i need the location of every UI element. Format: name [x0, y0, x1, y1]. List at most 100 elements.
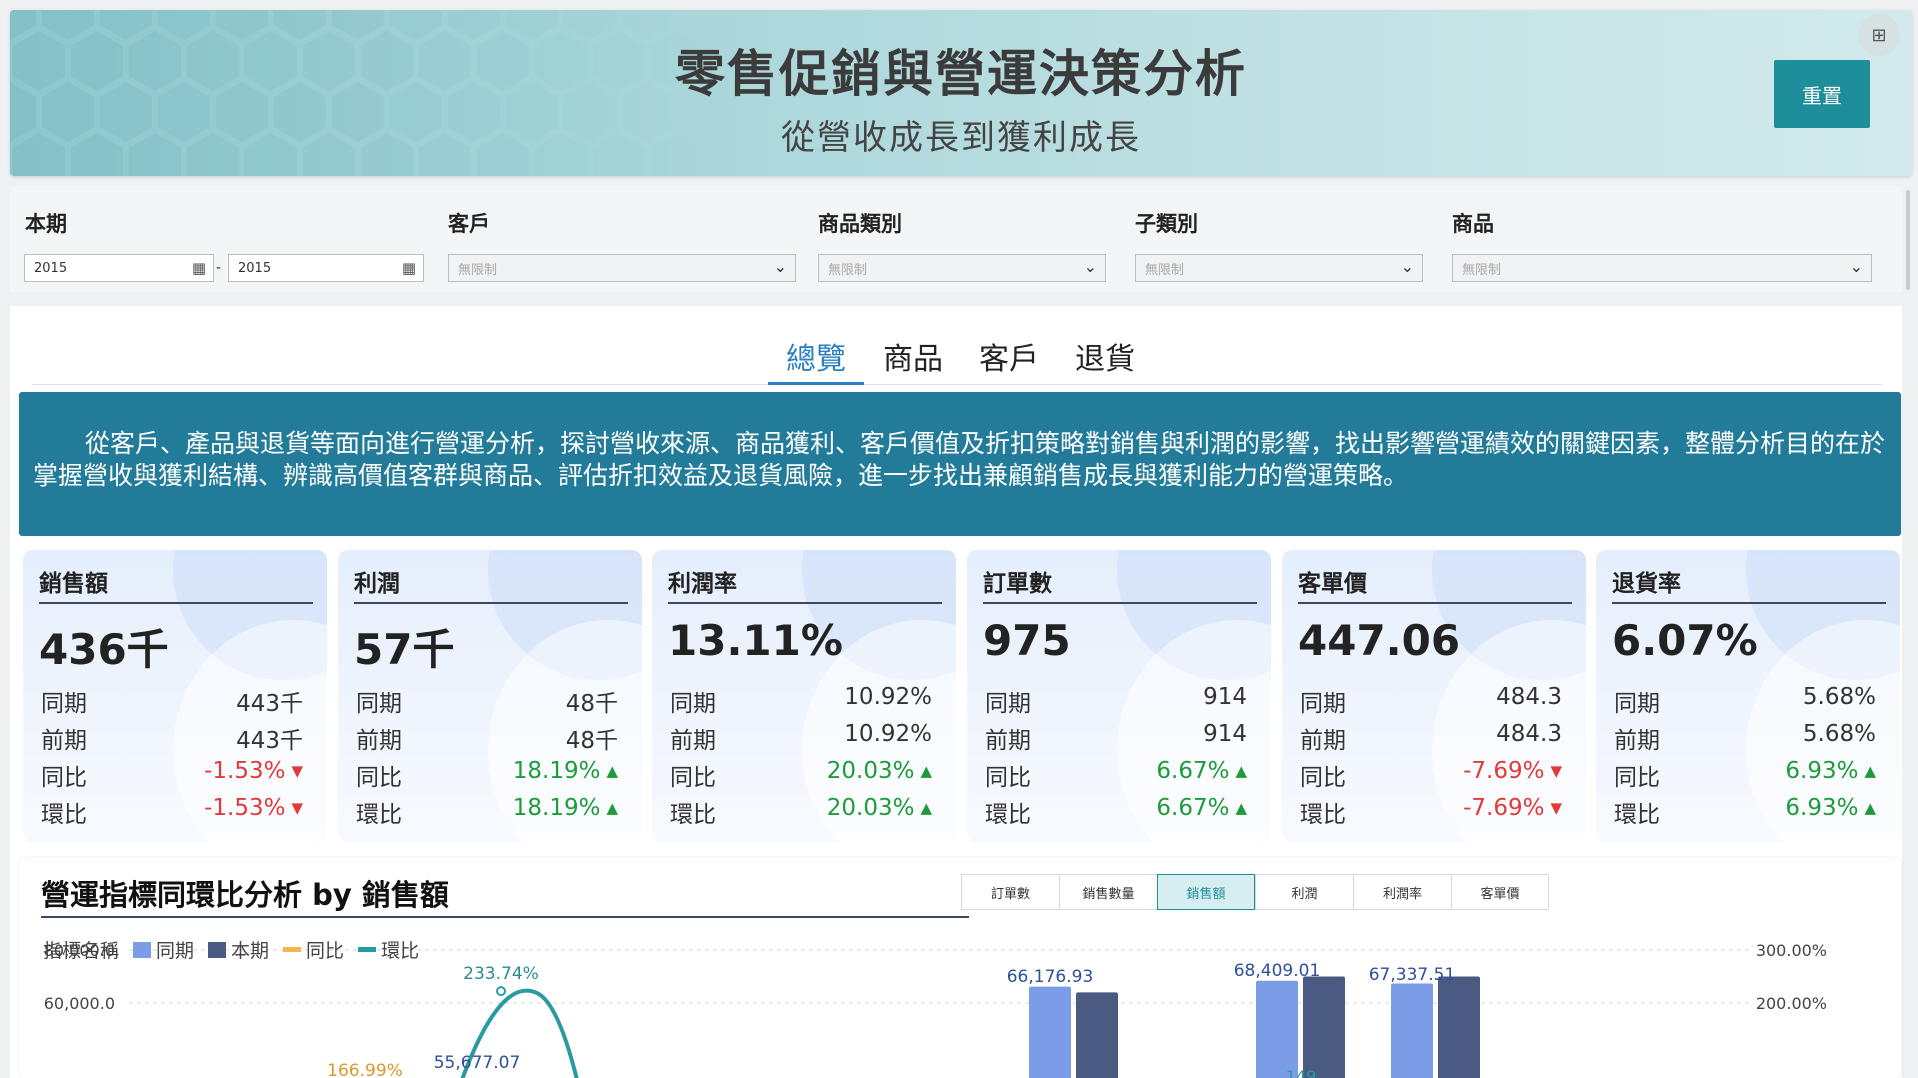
kpi-card: 利潤率 13.11% 同期 10.92% 前期 10.92% 同比 20.03% ▲ 環比 20.0…	[652, 550, 956, 842]
kpi-row-value: -7.69% ▼	[1463, 795, 1562, 821]
header-banner: 零售促銷與營運決策分析 從營收成長到獲利成長 重置 ⊞	[10, 10, 1912, 176]
kpi-row: 同比 -7.69% ▼	[1300, 758, 1562, 791]
period-to-input[interactable]: 2015 ▦	[228, 254, 424, 282]
reset-button[interactable]: 重置	[1774, 60, 1870, 128]
metric-option-sales[interactable]: 銷售額	[1157, 874, 1255, 910]
kpi-row: 同期 443千	[41, 684, 303, 717]
kpi-row-label: 前期	[41, 728, 87, 754]
period-label: 本期	[25, 212, 67, 236]
calendar-icon[interactable]: ▦	[402, 259, 416, 277]
kpi-value: 57千	[354, 625, 455, 674]
kpi-row-label: 同比	[356, 765, 402, 791]
kpi-row-label: 同期	[985, 691, 1031, 717]
data-label: 55,677.07	[434, 1053, 521, 1073]
kpi-row-value: 18.19% ▲	[513, 758, 618, 784]
kpi-row: 同期 484.3	[1300, 684, 1562, 717]
kpi-value: 975	[983, 616, 1071, 665]
data-label: 66,176.93	[1007, 967, 1094, 987]
kpi-row: 前期 5.68%	[1614, 721, 1876, 754]
kpi-row: 前期 10.92%	[670, 721, 932, 754]
kpi-rule	[39, 602, 313, 604]
chevron-down-icon: ⌄	[1400, 257, 1414, 276]
kpi-row-label: 前期	[985, 728, 1031, 754]
trend-up-icon: ▲	[1235, 799, 1247, 817]
tab-products[interactable]: 商品	[883, 334, 943, 378]
kpi-row-label: 前期	[356, 728, 402, 754]
kpi-row-number: 914	[1203, 684, 1247, 710]
kpi-row-number: 443千	[236, 728, 303, 754]
kpi-row-value: 6.93% ▲	[1785, 795, 1876, 821]
kpi-row-value: 914	[1203, 721, 1247, 747]
calendar-icon[interactable]: ▦	[192, 259, 206, 277]
metric-option-quantity[interactable]: 銷售數量	[1059, 874, 1157, 910]
kpi-row-label: 同比	[985, 765, 1031, 791]
legend-item-current[interactable]: 本期	[231, 936, 269, 963]
kpi-row-value: 48千	[566, 684, 618, 718]
data-label: 67,337.51	[1369, 965, 1456, 985]
kpi-row-label: 同期	[41, 691, 87, 717]
kpi-row-value: 10.92%	[844, 684, 932, 710]
metric-option-margin[interactable]: 利潤率	[1353, 874, 1451, 910]
legend-item-mom[interactable]: 環比	[381, 936, 419, 963]
trend-down-icon: ▼	[291, 762, 303, 780]
kpi-row-label: 同比	[41, 765, 87, 791]
kpi-title: 退貨率	[1612, 571, 1681, 597]
kpi-row-value: -1.53% ▼	[204, 795, 303, 821]
metric-option-avg-order[interactable]: 客單價	[1451, 874, 1549, 910]
page-subtitle: 從營收成長到獲利成長	[781, 118, 1141, 158]
product-select[interactable]: 無限制 ⌄	[1452, 254, 1872, 282]
legend-title: 指標名稱	[43, 940, 120, 962]
category-select[interactable]: 無限制 ⌄	[818, 254, 1106, 282]
customer-placeholder: 無限制	[458, 262, 498, 278]
legend-swatch-mom	[358, 947, 377, 952]
kpi-rule	[354, 602, 628, 604]
scrollbar[interactable]	[1906, 190, 1910, 290]
trend-up-icon: ▲	[1864, 762, 1876, 780]
kpi-row-label: 前期	[1300, 728, 1346, 754]
kpi-row-number: 6.67%	[1156, 795, 1230, 821]
period-from-input[interactable]: 2015 ▦	[24, 254, 214, 282]
kpi-row: 同比 6.67% ▲	[985, 758, 1247, 791]
kpi-row-number: -7.69%	[1463, 758, 1545, 784]
kpi-row: 環比 6.93% ▲	[1614, 795, 1876, 828]
tab-customers[interactable]: 客戶	[979, 334, 1039, 378]
trend-up-icon: ▲	[606, 799, 618, 817]
kpi-row-label: 前期	[670, 728, 716, 754]
category-label: 商品類別	[818, 212, 902, 236]
kpi-row-value: -7.69% ▼	[1463, 758, 1562, 784]
tab-overview[interactable]: 總覽	[786, 334, 846, 378]
kpi-title: 利潤	[354, 571, 400, 597]
layout-icon[interactable]: ⊞	[1858, 14, 1900, 56]
kpi-row-number: 18.19%	[512, 758, 601, 784]
kpi-row-number: 20.03%	[826, 795, 915, 821]
kpi-value: 447.06	[1298, 616, 1461, 665]
chart-bar	[1303, 976, 1345, 1078]
subcategory-select[interactable]: 無限制 ⌄	[1135, 254, 1423, 282]
metric-option-orders[interactable]: 訂單數	[961, 874, 1059, 910]
trend-up-icon: ▲	[920, 799, 932, 817]
kpi-row: 同期 914	[985, 684, 1247, 717]
legend-item-yoy[interactable]: 同比	[306, 936, 344, 963]
chevron-down-icon: ⌄	[1083, 257, 1097, 276]
kpi-row-value: -1.53% ▼	[204, 758, 303, 784]
kpi-row: 前期 914	[985, 721, 1247, 754]
kpi-row-label: 環比	[1300, 802, 1346, 828]
kpi-rule	[1612, 602, 1886, 604]
metric-option-profit[interactable]: 利潤	[1255, 874, 1353, 910]
kpi-row: 同期 5.68%	[1614, 684, 1876, 717]
kpi-row-number: -7.69%	[1463, 795, 1545, 821]
chart-bar	[1438, 976, 1480, 1078]
legend-item-same-period[interactable]: 同期	[156, 936, 194, 963]
kpi-row: 環比 -1.53% ▼	[41, 795, 303, 828]
data-label: 233.74%	[463, 964, 539, 984]
kpi-title: 客單價	[1298, 571, 1367, 597]
kpi-row-number: 914	[1203, 721, 1247, 747]
tab-returns[interactable]: 退貨	[1075, 334, 1135, 378]
customer-select[interactable]: 無限制 ⌄	[448, 254, 796, 282]
trend-down-icon: ▼	[1550, 799, 1562, 817]
legend-swatch-yoy	[283, 947, 302, 952]
kpi-card: 銷售額 436千 同期 443千 前期 443千 同比 -1.53% ▼ 環比 -1.53% ▼	[23, 550, 327, 842]
kpi-row-number: 5.68%	[1802, 684, 1876, 710]
kpi-row-value: 484.3	[1496, 684, 1562, 710]
kpi-row-value: 20.03% ▲	[827, 795, 932, 821]
